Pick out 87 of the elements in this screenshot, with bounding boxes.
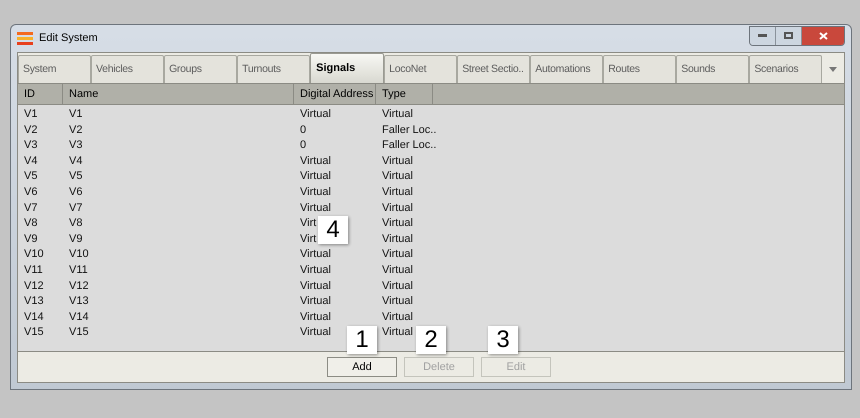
tab[interactable]: Signals — [310, 53, 384, 83]
tab[interactable]: LocoNet — [384, 55, 458, 83]
table-cell-text: V10 — [69, 247, 89, 262]
table-cell-text: V8 — [69, 216, 82, 232]
tab[interactable]: Street Sectio.. — [457, 55, 530, 83]
tab[interactable]: Sounds — [676, 55, 750, 83]
table-cell-text: V6 — [69, 184, 82, 200]
app-icon — [17, 32, 33, 45]
callout-number: 2 — [416, 326, 446, 354]
table-cell-text: V2 — [24, 122, 38, 138]
table-cell-text: V10 — [24, 247, 44, 262]
table-cell-text: Virtual — [382, 107, 413, 122]
table-cell-text: Virtual — [382, 200, 413, 216]
table-cell-text: V7 — [24, 200, 38, 216]
window-title: Edit System — [39, 31, 98, 46]
table-cell-text: Virtual — [382, 216, 413, 232]
table-cell-text: V7 — [69, 200, 82, 216]
table-cell-text: Virtual — [382, 184, 413, 200]
table-cell-text: Virtual — [300, 247, 331, 262]
table-cell-text: Virtual — [382, 262, 413, 278]
table-cell-text: Virtual — [382, 310, 413, 325]
table-cell-text: Virtual — [300, 278, 331, 294]
close-button[interactable] — [802, 26, 844, 44]
table-cell-text: V15 — [24, 325, 44, 340]
callout-number: 1 — [347, 326, 377, 354]
table-cell-text: V13 — [69, 294, 89, 310]
table-cell-text: V12 — [24, 278, 44, 294]
table-cell-text: V2 — [69, 122, 82, 138]
caret-icon — [829, 66, 838, 72]
tab[interactable]: Vehicles — [91, 55, 164, 83]
table-cell-text: Faller Loc.. — [382, 138, 436, 154]
action-button[interactable]: Add — [327, 357, 397, 377]
table-cell-text: 0 — [300, 138, 306, 154]
table-cell-text: V1 — [24, 107, 38, 122]
table-cell-text: V12 — [69, 278, 89, 294]
table-cell-text: V11 — [69, 262, 88, 278]
table-cell-text: V9 — [69, 232, 82, 247]
tab[interactable]: Scenarios — [749, 55, 822, 83]
table-cell-text: Virt — [300, 216, 316, 232]
table-cell-text: V13 — [24, 294, 44, 310]
callout-number: 4 — [318, 216, 348, 244]
table-cell-text: V4 — [24, 154, 38, 169]
table-cell-text: Faller Loc.. — [382, 122, 436, 138]
table-cell-text: Virtual — [382, 294, 413, 310]
table-cell-text: Virtual — [382, 169, 413, 184]
callout-number: 3 — [488, 326, 518, 354]
table-cell-text: V11 — [24, 262, 43, 278]
close-icon — [818, 32, 828, 40]
table-cell-text: V15 — [69, 325, 89, 340]
table-cell-text: V9 — [24, 232, 38, 247]
tab[interactable]: Routes — [603, 55, 676, 83]
table-cell-text: V14 — [24, 310, 44, 325]
table-cell-text: V6 — [24, 184, 38, 200]
table-cell-text: Virtual — [300, 169, 331, 184]
tab[interactable]: Groups — [164, 55, 238, 83]
table-cell-text: Virtual — [382, 325, 413, 340]
table-cell-text: Virtual — [300, 184, 331, 200]
table-cell-text: Virtual — [382, 154, 413, 169]
table-cell-text: Virtual — [382, 232, 413, 247]
table-cell-text: V14 — [69, 310, 89, 325]
column-header[interactable]: ID — [18, 84, 63, 104]
table-cell-text: Virtual — [300, 294, 331, 310]
table-cell-text: Virtual — [300, 262, 331, 278]
table-cell-text: Virtual — [300, 200, 331, 216]
table-cell-text: Virt — [300, 232, 316, 247]
table-cell-text: V5 — [69, 169, 82, 184]
tab[interactable]: Automations — [530, 55, 604, 83]
table-cell-text: Virtual — [300, 310, 331, 325]
table-cell-text: V4 — [69, 154, 82, 169]
table-cell-text: V1 — [69, 107, 82, 122]
table-cell-text: V3 — [69, 138, 82, 154]
table-cell-text: 0 — [300, 122, 306, 138]
table-cell-text: V3 — [24, 138, 38, 154]
table-cell-text: Virtual — [300, 325, 331, 340]
table-cell-text: V5 — [24, 169, 38, 184]
table-cell-text: Virtual — [300, 107, 331, 122]
column-header[interactable]: Name — [63, 84, 294, 104]
table-cell-text: Virtual — [382, 278, 413, 294]
column-header[interactable]: Digital Address — [294, 84, 376, 104]
minimize-button[interactable] — [750, 26, 776, 44]
maximize-button[interactable] — [776, 26, 802, 44]
column-header[interactable]: Type — [376, 84, 433, 104]
tab[interactable]: Turnouts — [237, 55, 310, 83]
table-cell-text: Virtual — [382, 247, 413, 262]
tab[interactable]: System — [18, 55, 92, 83]
table-cell-text: V8 — [24, 216, 38, 232]
table-cell-text: Virtual — [300, 154, 331, 169]
